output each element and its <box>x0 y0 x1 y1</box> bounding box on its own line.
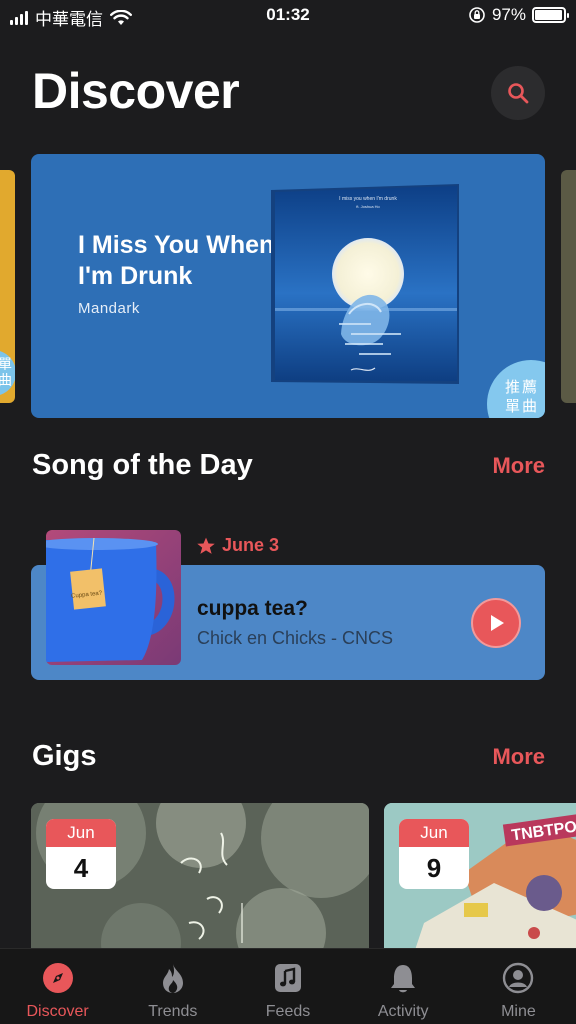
status-bar: 中華電信 01:32 97% <box>0 0 576 34</box>
orientation-lock-icon <box>469 7 485 23</box>
section-title-song-of-the-day: Song of the Day <box>32 449 253 481</box>
section-title-gigs: Gigs <box>32 740 97 772</box>
gig-month: Jun <box>399 819 469 847</box>
tab-label: Activity <box>377 1003 429 1020</box>
recommended-badge-label: 推薦 單曲 <box>505 379 540 415</box>
music-note-icon <box>271 961 305 995</box>
tab-label: Trends <box>148 1003 198 1020</box>
play-button[interactable] <box>471 598 521 648</box>
bell-icon <box>386 961 420 995</box>
album-text: I miss you when I'm drunk <box>339 196 397 202</box>
play-icon <box>491 615 504 631</box>
battery-icon <box>532 7 569 23</box>
battery-percent: 97% <box>491 5 526 24</box>
carousel-next-card[interactable] <box>561 170 576 403</box>
prev-card-badge: 推薦單曲 <box>0 350 15 396</box>
featured-album-art: I miss you when I'm drunk ft. Joshua Ho <box>271 184 459 384</box>
gig-day: 9 <box>426 853 442 883</box>
featured-card[interactable]: I Miss You When I'm Drunk Mandark I miss… <box>31 154 545 418</box>
search-button[interactable] <box>491 66 545 120</box>
carousel-prev-card[interactable]: 推薦單曲 <box>0 170 15 403</box>
tab-trends[interactable]: Trends <box>115 949 230 1024</box>
gig-card[interactable]: Jun 4 <box>31 803 369 953</box>
gig-day: 4 <box>73 853 89 883</box>
cover-art: Cuppa tea? <box>46 530 181 665</box>
tab-discover[interactable]: Discover <box>0 949 115 1024</box>
flame-icon <box>156 961 190 995</box>
song-of-day-date: June 3 <box>196 535 279 556</box>
user-icon <box>501 961 535 995</box>
tab-feeds[interactable]: Feeds <box>230 949 345 1024</box>
gig-month: Jun <box>46 819 116 847</box>
song-of-day-cover: Cuppa tea? <box>46 530 181 665</box>
battery-level <box>535 10 563 20</box>
song-of-day-more-link[interactable]: More <box>492 453 545 479</box>
compass-icon <box>41 961 75 995</box>
tab-mine[interactable]: Mine <box>461 949 576 1024</box>
song-of-day-artist: Chick en Chicks - CNCS <box>197 628 394 648</box>
star-icon <box>197 537 215 554</box>
tab-label: Discover <box>26 1003 89 1020</box>
song-of-day-date-text: June 3 <box>222 535 280 555</box>
search-icon <box>508 83 529 104</box>
gig-card[interactable]: TNBTPO Jun 9 <box>384 803 576 953</box>
gig-date-calendar: Jun 4 <box>46 819 116 889</box>
tab-label: Feeds <box>265 1003 311 1020</box>
status-right: 97% <box>468 5 569 25</box>
tab-label: Mine <box>501 1003 536 1020</box>
song-of-day-title: cuppa tea? <box>197 597 308 620</box>
album-subtext: ft. Joshua Ho <box>356 204 380 209</box>
featured-artist: Mandark <box>78 300 140 317</box>
tab-bar: Discover Trends Feeds Activity Mine <box>0 948 576 1024</box>
gig-date-calendar: Jun 9 <box>399 819 469 889</box>
page-title: Discover <box>32 63 240 119</box>
tab-activity[interactable]: Activity <box>346 949 461 1024</box>
gigs-more-link[interactable]: More <box>492 744 545 770</box>
